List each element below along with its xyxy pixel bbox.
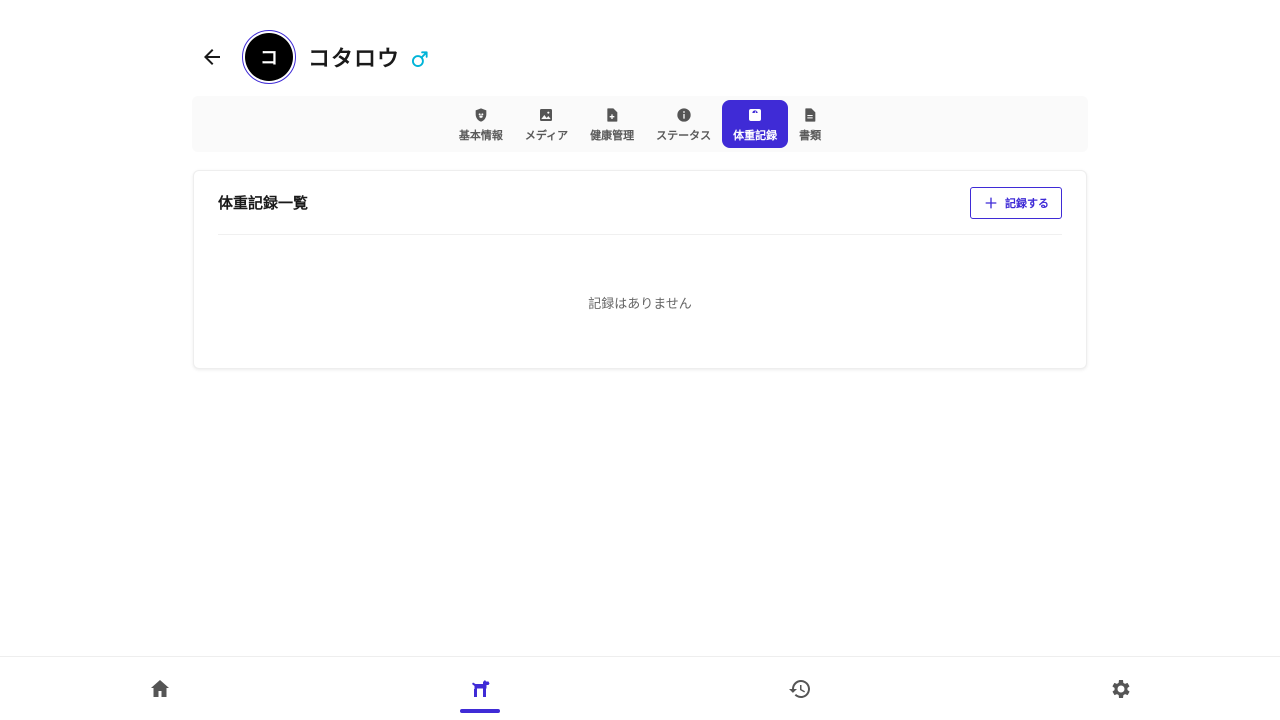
tab-label: ステータス <box>656 128 712 142</box>
card-title: 体重記録一覧 <box>218 194 309 212</box>
gear-icon <box>1112 679 1130 698</box>
home-icon <box>151 679 169 697</box>
tab-health[interactable]: 健康管理 <box>579 100 645 148</box>
tab-label: メディア <box>524 128 569 142</box>
tab-basic-info[interactable]: 基本情報 <box>448 100 514 148</box>
avatar-initial: コ <box>245 33 293 81</box>
card-header: 体重記録一覧 記録する <box>218 171 1062 235</box>
tab-status[interactable]: ステータス <box>645 100 722 148</box>
info-icon <box>676 106 692 124</box>
empty-message: 記録はありません <box>588 297 692 312</box>
arrow-left-icon <box>204 49 220 65</box>
tab-weight-record[interactable]: 体重記録 <box>722 100 789 148</box>
nav-settings[interactable] <box>960 657 1280 720</box>
scale-icon <box>747 106 763 124</box>
tab-media[interactable]: メディア <box>514 100 579 148</box>
pet-header: コ コタロウ <box>192 30 430 84</box>
tab-label: 健康管理 <box>590 128 635 142</box>
avatar: コ <box>242 30 296 84</box>
document-icon <box>802 106 818 124</box>
active-indicator <box>460 709 500 713</box>
dog-icon <box>472 679 490 697</box>
bottom-nav <box>0 656 1280 720</box>
male-icon <box>410 49 430 69</box>
add-record-button[interactable]: 記録する <box>970 186 1062 219</box>
history-icon <box>789 679 810 698</box>
tab-label: 書類 <box>799 128 822 142</box>
image-icon <box>538 106 554 124</box>
nav-home[interactable] <box>0 657 320 720</box>
profile-tabs: 基本情報 メディア 健康管理 ステータス 体重記録 書類 <box>192 96 1088 152</box>
medical-file-icon <box>604 106 620 124</box>
plus-icon <box>983 195 999 211</box>
nav-history[interactable] <box>640 657 960 720</box>
weight-record-card: 体重記録一覧 記録する 記録はありません <box>193 170 1087 369</box>
shield-paw-icon <box>473 106 489 124</box>
nav-pets[interactable] <box>320 657 640 720</box>
back-button[interactable] <box>192 37 232 77</box>
pet-name: コタロウ <box>308 47 401 72</box>
add-record-label: 記録する <box>1005 196 1049 210</box>
tab-label: 基本情報 <box>458 128 503 142</box>
tab-label: 体重記録 <box>733 128 778 142</box>
tab-documents[interactable]: 書類 <box>788 100 832 148</box>
